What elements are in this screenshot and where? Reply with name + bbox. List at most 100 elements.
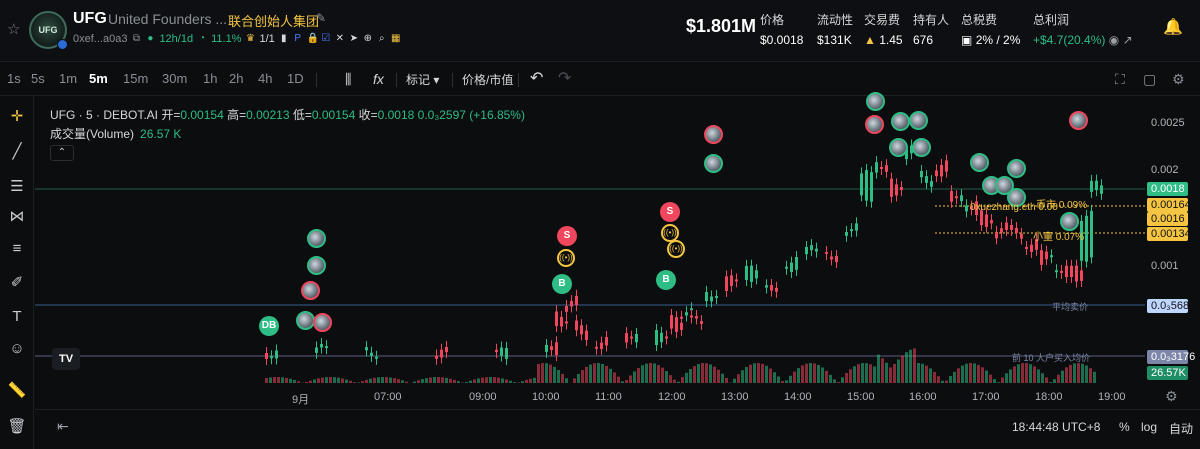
brush-icon[interactable]: ✐	[6, 272, 28, 294]
stat-label: 流动性	[817, 13, 854, 27]
buy-marker[interactable]: B	[656, 270, 676, 290]
horizontal-lines-icon[interactable]: ☰	[6, 176, 28, 198]
candle-type-icon[interactable]: ⫼	[345, 71, 351, 88]
collapse-legend-button[interactable]: ⌃	[50, 145, 74, 161]
volume-bar	[753, 363, 756, 383]
text-tool-icon[interactable]: T	[6, 306, 28, 328]
dev-buy-marker[interactable]: DB	[259, 316, 279, 336]
settings-gear-icon[interactable]: ⚙	[1172, 71, 1185, 88]
emoji-icon[interactable]: ☺	[6, 338, 28, 360]
volume-bar	[785, 380, 788, 383]
marks-dropdown[interactable]: 标记 ▾	[406, 71, 439, 88]
price-mcap-toggle[interactable]: 价格/市值	[462, 71, 513, 88]
candle-body	[700, 321, 703, 324]
telegram-icon[interactable]: ➤	[349, 34, 359, 44]
log-toggle[interactable]: log	[1141, 420, 1157, 434]
sell-marker[interactable]: S	[557, 226, 577, 246]
share-icon[interactable]: ↗	[1123, 33, 1133, 47]
trader-avatar[interactable]	[970, 153, 989, 172]
auto-scale-toggle[interactable]: 自动	[1169, 420, 1193, 437]
goto-date-icon[interactable]: ⇤	[57, 418, 69, 435]
trader-avatar[interactable]	[865, 115, 884, 134]
timeframe-4h[interactable]: 4h	[258, 71, 272, 86]
bell-plus-icon[interactable]: 🔔	[1163, 17, 1183, 37]
timeframe-5m[interactable]: 5m	[89, 71, 108, 86]
candle-body	[1000, 228, 1003, 233]
clock[interactable]: 18:44:48 UTC+8	[1012, 420, 1100, 434]
trader-avatar[interactable]	[1007, 159, 1026, 178]
trendline-icon[interactable]: ╱	[6, 141, 28, 163]
candle-body	[880, 166, 883, 169]
timeframe-1h[interactable]: 1h	[203, 71, 217, 86]
trader-avatar[interactable]	[301, 281, 320, 300]
fullscreen-icon[interactable]: ⛶	[1115, 71, 1125, 88]
order-price-label: 0.0016	[1147, 212, 1188, 226]
edit-icon[interactable]: ✎	[316, 11, 326, 25]
ruler-icon[interactable]: 📏	[6, 380, 28, 402]
trader-avatar[interactable]	[1069, 111, 1088, 130]
timeframe-15m[interactable]: 15m	[123, 71, 148, 86]
trash-icon[interactable]: 🗑	[6, 416, 28, 438]
volume-bar	[377, 377, 380, 383]
contract-address[interactable]: 0xef...a0a3	[73, 33, 127, 45]
pitchfork-icon[interactable]: ⋈	[6, 206, 28, 228]
trader-avatar[interactable]	[912, 138, 931, 157]
candle-body	[835, 255, 838, 262]
tradingview-logo[interactable]: TV	[52, 348, 80, 370]
volume-bar	[1025, 363, 1028, 383]
screenshot-icon[interactable]: ▢	[1143, 71, 1156, 88]
redo-icon[interactable]: ↷	[558, 68, 571, 88]
copy-icon[interactable]: ⧉	[131, 34, 141, 44]
trader-avatar[interactable]	[866, 92, 885, 111]
trader-avatar[interactable]	[307, 256, 326, 275]
buy-marker[interactable]: B	[552, 274, 572, 294]
timeframe-5s[interactable]: 5s	[31, 71, 45, 86]
candle-body	[815, 248, 818, 252]
indicators-button[interactable]: fx	[373, 71, 384, 87]
book-icon[interactable]: ▦	[391, 34, 401, 44]
token-logo-text: UFG	[38, 25, 58, 35]
p-icon[interactable]: P	[293, 34, 303, 44]
search-icon[interactable]: ⌕	[377, 34, 387, 44]
globe-icon[interactable]: ⊕	[363, 34, 373, 44]
trader-avatar[interactable]	[704, 154, 723, 173]
volume-bar	[1049, 382, 1052, 383]
timeframe-1m[interactable]: 1m	[59, 71, 77, 86]
axis-settings-icon[interactable]: ⚙	[1165, 388, 1178, 405]
trader-avatar[interactable]	[313, 313, 332, 332]
candle-body	[925, 176, 928, 183]
trader-avatar[interactable]	[307, 229, 326, 248]
verify-icon[interactable]: ☑	[321, 34, 331, 44]
fib-icon[interactable]: ≡	[6, 238, 28, 260]
candle-body	[1085, 215, 1088, 262]
volume-legend: 成交量(Volume) 26.57 K	[50, 125, 181, 142]
volume-bar	[273, 377, 276, 383]
broadcast-icon[interactable]: ((•))	[667, 240, 685, 258]
volume-bar	[1053, 379, 1056, 383]
trader-avatar[interactable]	[889, 138, 908, 157]
broadcast-icon[interactable]: ((•))	[557, 249, 575, 267]
sell-marker[interactable]: S	[660, 202, 680, 222]
timeframe-1d[interactable]: 1D	[287, 71, 304, 86]
volume-bar	[901, 355, 904, 383]
volume-bar	[1021, 363, 1024, 383]
favorite-star-icon[interactable]: ☆	[7, 20, 20, 38]
timeframe-1s[interactable]: 1s	[7, 71, 21, 86]
x-twitter-icon[interactable]: ✕	[335, 34, 345, 44]
divider	[396, 73, 397, 87]
timeframe-30m[interactable]: 30m	[162, 71, 187, 86]
volume-bar	[485, 377, 488, 383]
trader-avatar[interactable]	[704, 125, 723, 144]
time-tick: 9月	[292, 394, 310, 406]
timeframe-2h[interactable]: 2h	[229, 71, 243, 86]
trader-avatar[interactable]	[909, 111, 928, 130]
trader-avatar[interactable]	[891, 112, 910, 131]
volume-bar	[813, 363, 816, 383]
profit-value: +$4.7(20.4%)	[1033, 33, 1106, 47]
percent-toggle[interactable]: %	[1119, 420, 1130, 434]
lock-icon[interactable]: 🔒	[307, 34, 319, 44]
undo-icon[interactable]: ↶	[530, 68, 543, 88]
eye-icon[interactable]: ◉	[1109, 33, 1119, 47]
stat-label: 总利润	[1033, 13, 1070, 27]
crosshair-icon[interactable]: ✛	[6, 106, 28, 128]
